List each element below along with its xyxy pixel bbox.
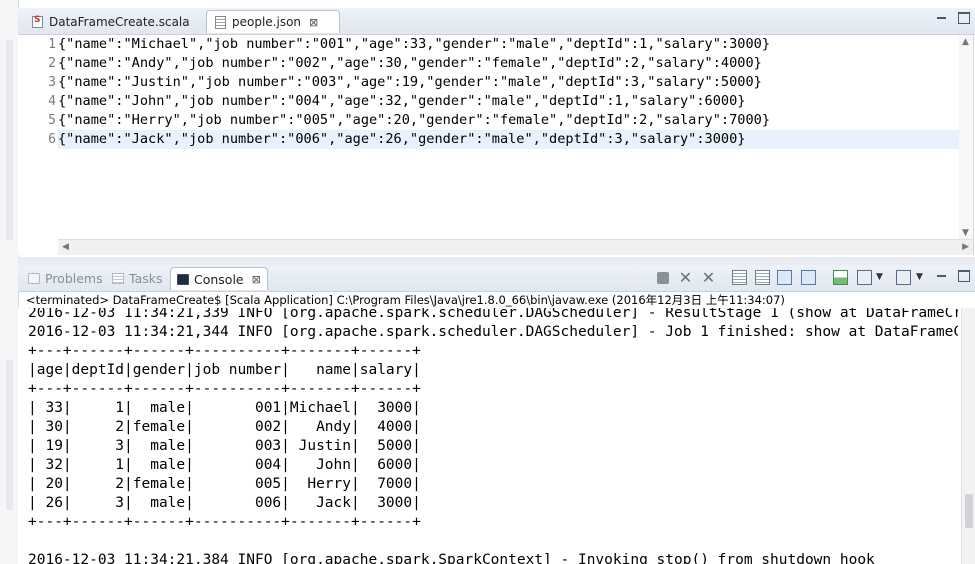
- console-vertical-scrollbar[interactable]: [961, 308, 975, 564]
- clear-console-icon[interactable]: [732, 270, 747, 285]
- pin-console-icon[interactable]: [833, 270, 848, 285]
- word-wrap-icon[interactable]: [777, 270, 792, 285]
- remove-all-terminated-icon[interactable]: ✕: [701, 270, 716, 286]
- console-line: | 30| 2|female| 002| Andy| 4000|: [28, 419, 421, 435]
- pane-sash[interactable]: [18, 257, 975, 265]
- line-number: 4: [48, 94, 56, 109]
- console-output[interactable]: 2016-12-03 11:34:21,339 INFO [org.apache…: [18, 308, 961, 564]
- scrollbar-thumb[interactable]: [965, 494, 973, 528]
- tab-label: people.json: [232, 15, 302, 29]
- scroll-up-arrow-icon[interactable]: ▲: [962, 37, 969, 47]
- code-line[interactable]: {"name":"John","job number":"004","age":…: [58, 92, 960, 111]
- line-number: 3: [48, 75, 56, 90]
- tab-console[interactable]: Console ⊠: [170, 267, 268, 290]
- console-line: +---+------+------+----------+-------+--…: [28, 381, 421, 397]
- console-line: |age|deptId|gender|job number| name|sala…: [28, 362, 421, 378]
- code-line[interactable]: {"name":"Herry","job number":"005","age"…: [58, 111, 960, 130]
- console-line: | 20| 2|female| 005| Herry| 7000|: [28, 476, 421, 492]
- tab-label: Console: [194, 271, 244, 287]
- close-icon[interactable]: ⊠: [252, 273, 261, 286]
- tab-label: DataFrameCreate.scala: [49, 14, 190, 29]
- remove-launch-icon[interactable]: ✕: [678, 270, 693, 286]
- json-editor[interactable]: 1 2 3 4 5 6 {"name":"Michael","job numbe…: [18, 35, 974, 255]
- console-line: 2016-12-03 11:34:21,384 INFO [org.apache…: [28, 552, 875, 564]
- tab-problems[interactable]: Problems: [28, 267, 103, 290]
- scroll-down-arrow-icon[interactable]: ▼: [962, 228, 969, 238]
- code-line[interactable]: {"name":"Andy","job number":"002","age":…: [58, 54, 960, 73]
- editor-vertical-scrollbar[interactable]: ▲ ▼: [959, 35, 973, 240]
- close-icon[interactable]: ⊠: [309, 16, 318, 29]
- line-number-gutter: 1 2 3 4 5 6: [18, 35, 58, 240]
- problems-icon: [28, 273, 40, 284]
- console-line: +---+------+------+----------+-------+--…: [28, 343, 421, 359]
- display-selected-console-icon[interactable]: [857, 270, 872, 285]
- editor-tab-bar: DataFrameCreate.scala people.json ⊠: [18, 8, 975, 35]
- open-console-icon[interactable]: [896, 270, 911, 285]
- current-code-line[interactable]: {"name":"Jack","job number":"006","age":…: [58, 130, 960, 149]
- console-line: | 19| 3| male| 003| Justin| 5000|: [28, 438, 421, 454]
- console-line: | 26| 3| male| 006| Jack| 3000|: [28, 495, 421, 511]
- tab-label: Problems: [45, 271, 103, 286]
- editor-horizontal-scrollbar[interactable]: ◀ ▶: [58, 239, 973, 255]
- chevron-down-icon[interactable]: ▼: [876, 270, 886, 285]
- left-edge-strip: [0, 0, 19, 564]
- line-number: 6: [48, 132, 56, 147]
- maximize-icon[interactable]: [958, 270, 970, 282]
- console-line: | 32| 1| male| 004| John| 6000|: [28, 457, 421, 473]
- console-tab-bar: Problems Tasks Console ⊠: [18, 265, 975, 292]
- chevron-down-icon[interactable]: ▼: [916, 270, 926, 285]
- scala-file-icon: [32, 15, 43, 28]
- tab-people-json[interactable]: people.json ⊠: [206, 10, 340, 33]
- minimize-icon[interactable]: [936, 12, 948, 24]
- code-line[interactable]: {"name":"Justin","job number":"003","age…: [58, 73, 960, 92]
- line-number: 2: [48, 56, 56, 71]
- left-scroll-track-lower[interactable]: [6, 360, 13, 510]
- console-line: | 33| 1| male| 001|Michael| 3000|: [28, 400, 421, 416]
- scroll-right-arrow-icon[interactable]: ▶: [962, 242, 969, 252]
- json-file-icon: [215, 15, 226, 29]
- minimize-icon[interactable]: [936, 270, 948, 282]
- tab-label: Tasks: [129, 271, 163, 286]
- tab-tasks[interactable]: Tasks: [112, 267, 163, 290]
- scroll-lock-icon[interactable]: [755, 270, 770, 285]
- left-scroll-track[interactable]: [6, 40, 13, 240]
- console-line: 2016-12-03 11:34:21,339 INFO [org.apache…: [28, 308, 958, 321]
- maximize-icon[interactable]: [958, 12, 970, 24]
- scroll-left-arrow-icon[interactable]: ◀: [62, 242, 69, 252]
- terminated-status-line: <terminated> DataFrameCreate$ [Scala App…: [26, 293, 785, 307]
- line-number: 5: [48, 113, 56, 128]
- show-console-on-output-icon[interactable]: [801, 270, 816, 285]
- console-line: 2016-12-03 11:34:21,344 INFO [org.apache…: [28, 324, 958, 340]
- console-line: +---+------+------+----------+-------+--…: [28, 514, 421, 530]
- code-line[interactable]: {"name":"Michael","job number":"001","ag…: [58, 35, 960, 54]
- console-icon: [177, 273, 189, 285]
- tab-dataframecreate-scala[interactable]: DataFrameCreate.scala: [24, 10, 202, 33]
- tasks-icon: [112, 273, 124, 284]
- terminate-icon[interactable]: [657, 272, 669, 284]
- line-number: 1: [48, 37, 56, 52]
